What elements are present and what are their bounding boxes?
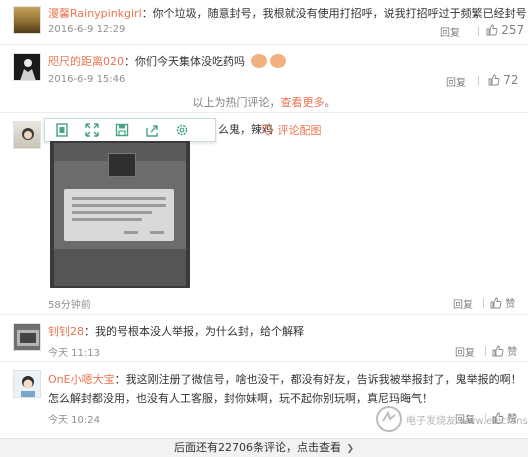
divider xyxy=(485,346,486,356)
avatar[interactable] xyxy=(13,6,41,34)
comment-text: ：我这刚注册了微信号，啥也没干，都没有好友，告诉我被举报封了，鬼举报的啊！ xyxy=(114,373,522,386)
tag-icon xyxy=(262,124,274,136)
comment-image[interactable] xyxy=(50,141,190,288)
avatar-person-icon xyxy=(21,376,35,397)
like-label: 赞 xyxy=(507,347,518,358)
hot-comments-notice: 以上为热门评论，查看更多。 xyxy=(0,94,528,110)
comment-text: ：我的号根本没人举报，为什么封，给个解释 xyxy=(84,325,304,338)
comment-item: 咫尺的距离020：你们今天集体没吃药吗 2016-6-9 15:46 回复 72 xyxy=(0,45,528,89)
comment-body: 漫馨Rainypinkgirl：你个垃圾，随意封号，我根就没有使用打招呼，说我打… xyxy=(48,5,528,21)
commenter-name[interactable]: 钊钊28 xyxy=(48,325,84,338)
comment-body: 咫尺的距离020：你们今天集体没吃药吗 xyxy=(48,53,286,69)
thumb-up-icon xyxy=(492,345,504,357)
settings-icon[interactable] xyxy=(175,123,189,137)
comment-body: 钊钊28：我的号根本没人举报，为什么封，给个解释 xyxy=(48,323,304,339)
like-button[interactable]: 257 xyxy=(486,23,524,37)
save-icon[interactable] xyxy=(115,123,129,137)
like-button[interactable]: 赞 xyxy=(490,295,515,310)
avatar-photo-icon xyxy=(17,330,39,346)
divider xyxy=(483,298,484,308)
comment-time: 2016-6-9 15:46 xyxy=(48,74,126,85)
chevron-right-icon: ❯ xyxy=(346,444,355,454)
watermark: 电子发烧友 www.elecfans.com xyxy=(374,404,528,436)
avatar[interactable] xyxy=(13,323,41,351)
image-toolbar xyxy=(44,118,216,142)
comment-time: 今天 10:24 xyxy=(48,415,100,426)
divider xyxy=(478,26,479,36)
commenter-name[interactable]: 咫尺的距离020 xyxy=(48,55,124,68)
avatar[interactable] xyxy=(13,53,41,81)
view-more-link[interactable]: 查看更多 xyxy=(281,96,325,109)
reply-button[interactable]: 回复 xyxy=(440,24,460,39)
comment-time: 2016-6-9 12:29 xyxy=(48,24,126,35)
profile-photo xyxy=(108,153,136,177)
expand-icon[interactable] xyxy=(85,123,99,137)
more-comments-bar[interactable]: 后面还有22706条评论，点击查看 ❯ xyxy=(0,438,528,457)
notice-suffix: 。 xyxy=(324,96,336,109)
more-comments-text: 后面还有22706条评论，点击查看 xyxy=(173,441,341,454)
thumb-up-icon xyxy=(488,74,500,86)
avatar[interactable] xyxy=(13,370,41,398)
avatar-person-icon xyxy=(22,128,34,140)
emoji-icon xyxy=(270,54,286,68)
like-button[interactable]: 赞 xyxy=(492,343,517,358)
watermark-text: 电子发烧友 www.elecfans.com xyxy=(406,416,528,427)
commenter-name[interactable]: OnE小嗯大宝 xyxy=(48,373,115,386)
image-tag-label[interactable]: 评论配图 xyxy=(262,122,322,138)
thumb-up-icon xyxy=(490,297,502,309)
emoji-icon xyxy=(250,54,267,68)
phone-bottom-area xyxy=(54,249,186,286)
divider xyxy=(478,76,479,86)
share-icon[interactable] xyxy=(145,123,159,137)
comment-text: ：你们今天集体没吃药吗 xyxy=(124,55,245,68)
avatar[interactable] xyxy=(13,121,41,149)
fit-icon[interactable] xyxy=(55,123,69,137)
dialog-box xyxy=(64,189,174,241)
like-count: 72 xyxy=(503,73,519,87)
comment-item: 漫馨Rainypinkgirl：你个垃圾，随意封号，我根就没有使用打招呼，说我打… xyxy=(0,0,528,44)
comment-body: OnE小嗯大宝：我这刚注册了微信号，啥也没干，都没有好友，告诉我被举报封了，鬼举… xyxy=(48,371,522,387)
like-label: 赞 xyxy=(505,299,516,310)
avatar-figure-icon xyxy=(20,59,36,80)
comment-text: ：你个垃圾，随意封号，我根就没有使用打招呼，说我打招呼过于频繁已经封号 xyxy=(141,7,527,20)
thumb-up-icon xyxy=(486,24,498,36)
notice-text: 以上为热门评论， xyxy=(192,96,281,109)
like-count: 257 xyxy=(501,23,525,37)
commenter-name[interactable]: 漫馨Rainypinkgirl xyxy=(48,7,142,20)
reply-button[interactable]: 回复 xyxy=(455,344,475,359)
reply-button[interactable]: 回复 xyxy=(453,296,473,311)
watermark-logo-icon xyxy=(376,406,402,432)
comment-time: 58分钟前 xyxy=(48,300,91,311)
tag-label-text: 评论配图 xyxy=(277,124,322,137)
comment-time: 今天 11:13 xyxy=(48,348,100,359)
like-button[interactable]: 72 xyxy=(488,73,518,87)
reply-button[interactable]: 回复 xyxy=(446,74,466,89)
comment-item: 钊钊28：我的号根本没人举报，为什么封，给个解释 今天 11:13 回复 赞 xyxy=(0,315,528,361)
